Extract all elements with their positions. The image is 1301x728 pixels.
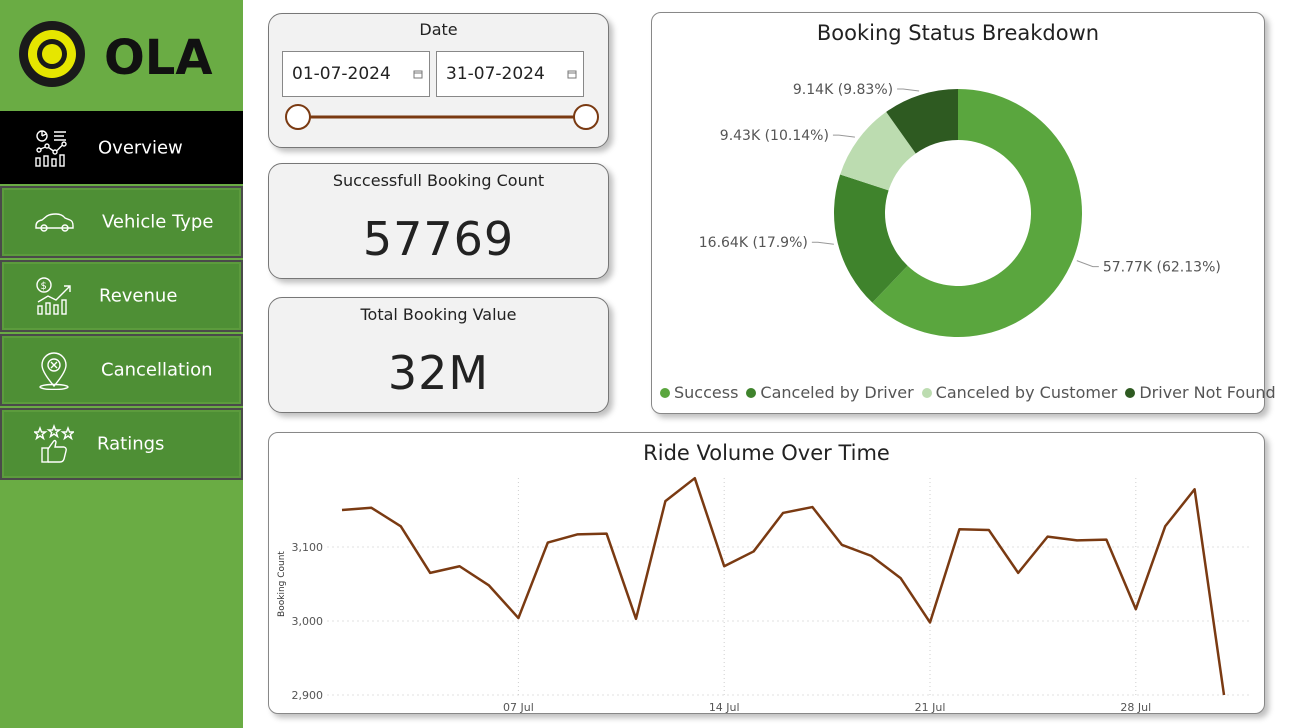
sidebar: OLA Overview Vehicle Type $ Revenue Canc… — [0, 0, 243, 728]
data-label-leader — [1076, 260, 1099, 268]
sidebar-item-overview[interactable]: Overview — [0, 111, 243, 184]
series-line[interactable] — [341, 476, 1226, 696]
location-cancel-icon — [39, 352, 69, 390]
legend-label: Driver Not Found — [1139, 383, 1276, 402]
legend-item[interactable]: Canceled by Driver — [746, 383, 914, 402]
y-tick-label: 3,000 — [292, 615, 324, 628]
sidebar-item-revenue[interactable]: $ Revenue — [0, 260, 243, 332]
slider-end-handle[interactable] — [573, 104, 599, 130]
legend-swatch — [746, 387, 757, 398]
legend-label: Canceled by Driver — [760, 383, 914, 402]
end-date-value: 31-07-2024 — [446, 64, 545, 84]
legend-swatch — [660, 387, 670, 398]
ola-logo: OLA — [19, 21, 213, 87]
ride-volume-line-chart: 2,900 3,000 3,100 07 Jul 14 Jul 21 Jul 28 Jul B… — [277, 476, 1249, 713]
car-icon — [35, 213, 74, 232]
date-filter-title: Date — [419, 20, 458, 39]
sidebar-item-ratings[interactable]: Ratings — [0, 408, 243, 480]
data-label-leader — [832, 134, 855, 138]
y-axis-label: Booking Count — [277, 551, 287, 617]
legend-label: Success — [674, 383, 739, 402]
sidebar-item-cancellation[interactable]: Cancellation — [0, 334, 243, 406]
kpi-title: Successfull Booking Count — [332, 171, 545, 190]
legend-swatch — [921, 387, 932, 398]
kpi-value: 32M — [387, 346, 490, 400]
total-booking-value-card: Total Booking Value 32M — [268, 297, 609, 413]
thumbs-up-stars-icon — [34, 424, 74, 463]
data-label: 57.77K (62.13%) — [1103, 260, 1221, 276]
data-label: 9.14K (9.83%) — [793, 82, 893, 98]
legend-item[interactable]: Success — [660, 383, 738, 402]
date-filter-card: Date 01-07-2024 31-07-2024 — [268, 13, 609, 148]
x-tick-label: 28 Jul — [1120, 701, 1151, 713]
sidebar-item-label: Overview — [98, 137, 183, 158]
successful-booking-card: Successfull Booking Count 57769 — [268, 163, 609, 279]
svg-text:$: $ — [41, 281, 47, 292]
data-label-leader — [811, 241, 834, 245]
calendar-icon[interactable] — [567, 69, 577, 79]
data-label: 9.43K (10.14%) — [720, 128, 829, 144]
x-tick-label: 14 Jul — [709, 701, 740, 713]
sidebar-item-vehicle-type[interactable]: Vehicle Type — [0, 186, 243, 258]
chart-legend: Success Canceled by Driver Canceled by C… — [660, 383, 1276, 402]
revenue-growth-icon: $ — [36, 277, 71, 315]
booking-status-card: Booking Status Breakdown 57.77K (62.13%)… — [651, 12, 1276, 414]
ride-volume-card: Ride Volume Over Time 2,900 3,000 3,100 07 … — [268, 432, 1265, 714]
y-tick-label: 2,900 — [292, 689, 324, 702]
date-range-slider[interactable] — [283, 102, 603, 132]
legend-item[interactable]: Canceled by Customer — [921, 383, 1118, 402]
data-label: 16.64K (17.9%) — [699, 235, 808, 251]
legend-label: Canceled by Customer — [935, 383, 1118, 402]
kpi-title: Total Booking Value — [360, 305, 517, 324]
brand-name: OLA — [104, 30, 213, 86]
booking-status-donut: 57.77K (62.13%) 16.64K (17.9%) 9.43K (10.1… — [699, 82, 1221, 338]
dashboard-analytics-icon — [35, 129, 67, 167]
start-date-value: 01-07-2024 — [292, 64, 391, 84]
kpi-value: 57769 — [362, 212, 515, 266]
x-tick-label: 21 Jul — [915, 701, 946, 713]
sidebar-item-label: Ratings — [97, 433, 165, 455]
data-label-leader — [897, 88, 920, 92]
y-tick-label: 3,100 — [292, 541, 324, 554]
calendar-icon[interactable] — [413, 69, 423, 79]
end-date-input[interactable]: 31-07-2024 — [436, 51, 584, 97]
legend-item[interactable]: Driver Not Found — [1125, 383, 1276, 402]
legend-swatch — [1125, 387, 1136, 398]
sidebar-item-label: Vehicle Type — [102, 211, 214, 233]
start-date-input[interactable]: 01-07-2024 — [282, 51, 430, 97]
sidebar-item-label: Cancellation — [101, 359, 213, 381]
slider-start-handle[interactable] — [285, 104, 311, 130]
sidebar-item-label: Revenue — [99, 285, 178, 307]
x-tick-label: 07 Jul — [503, 701, 534, 713]
